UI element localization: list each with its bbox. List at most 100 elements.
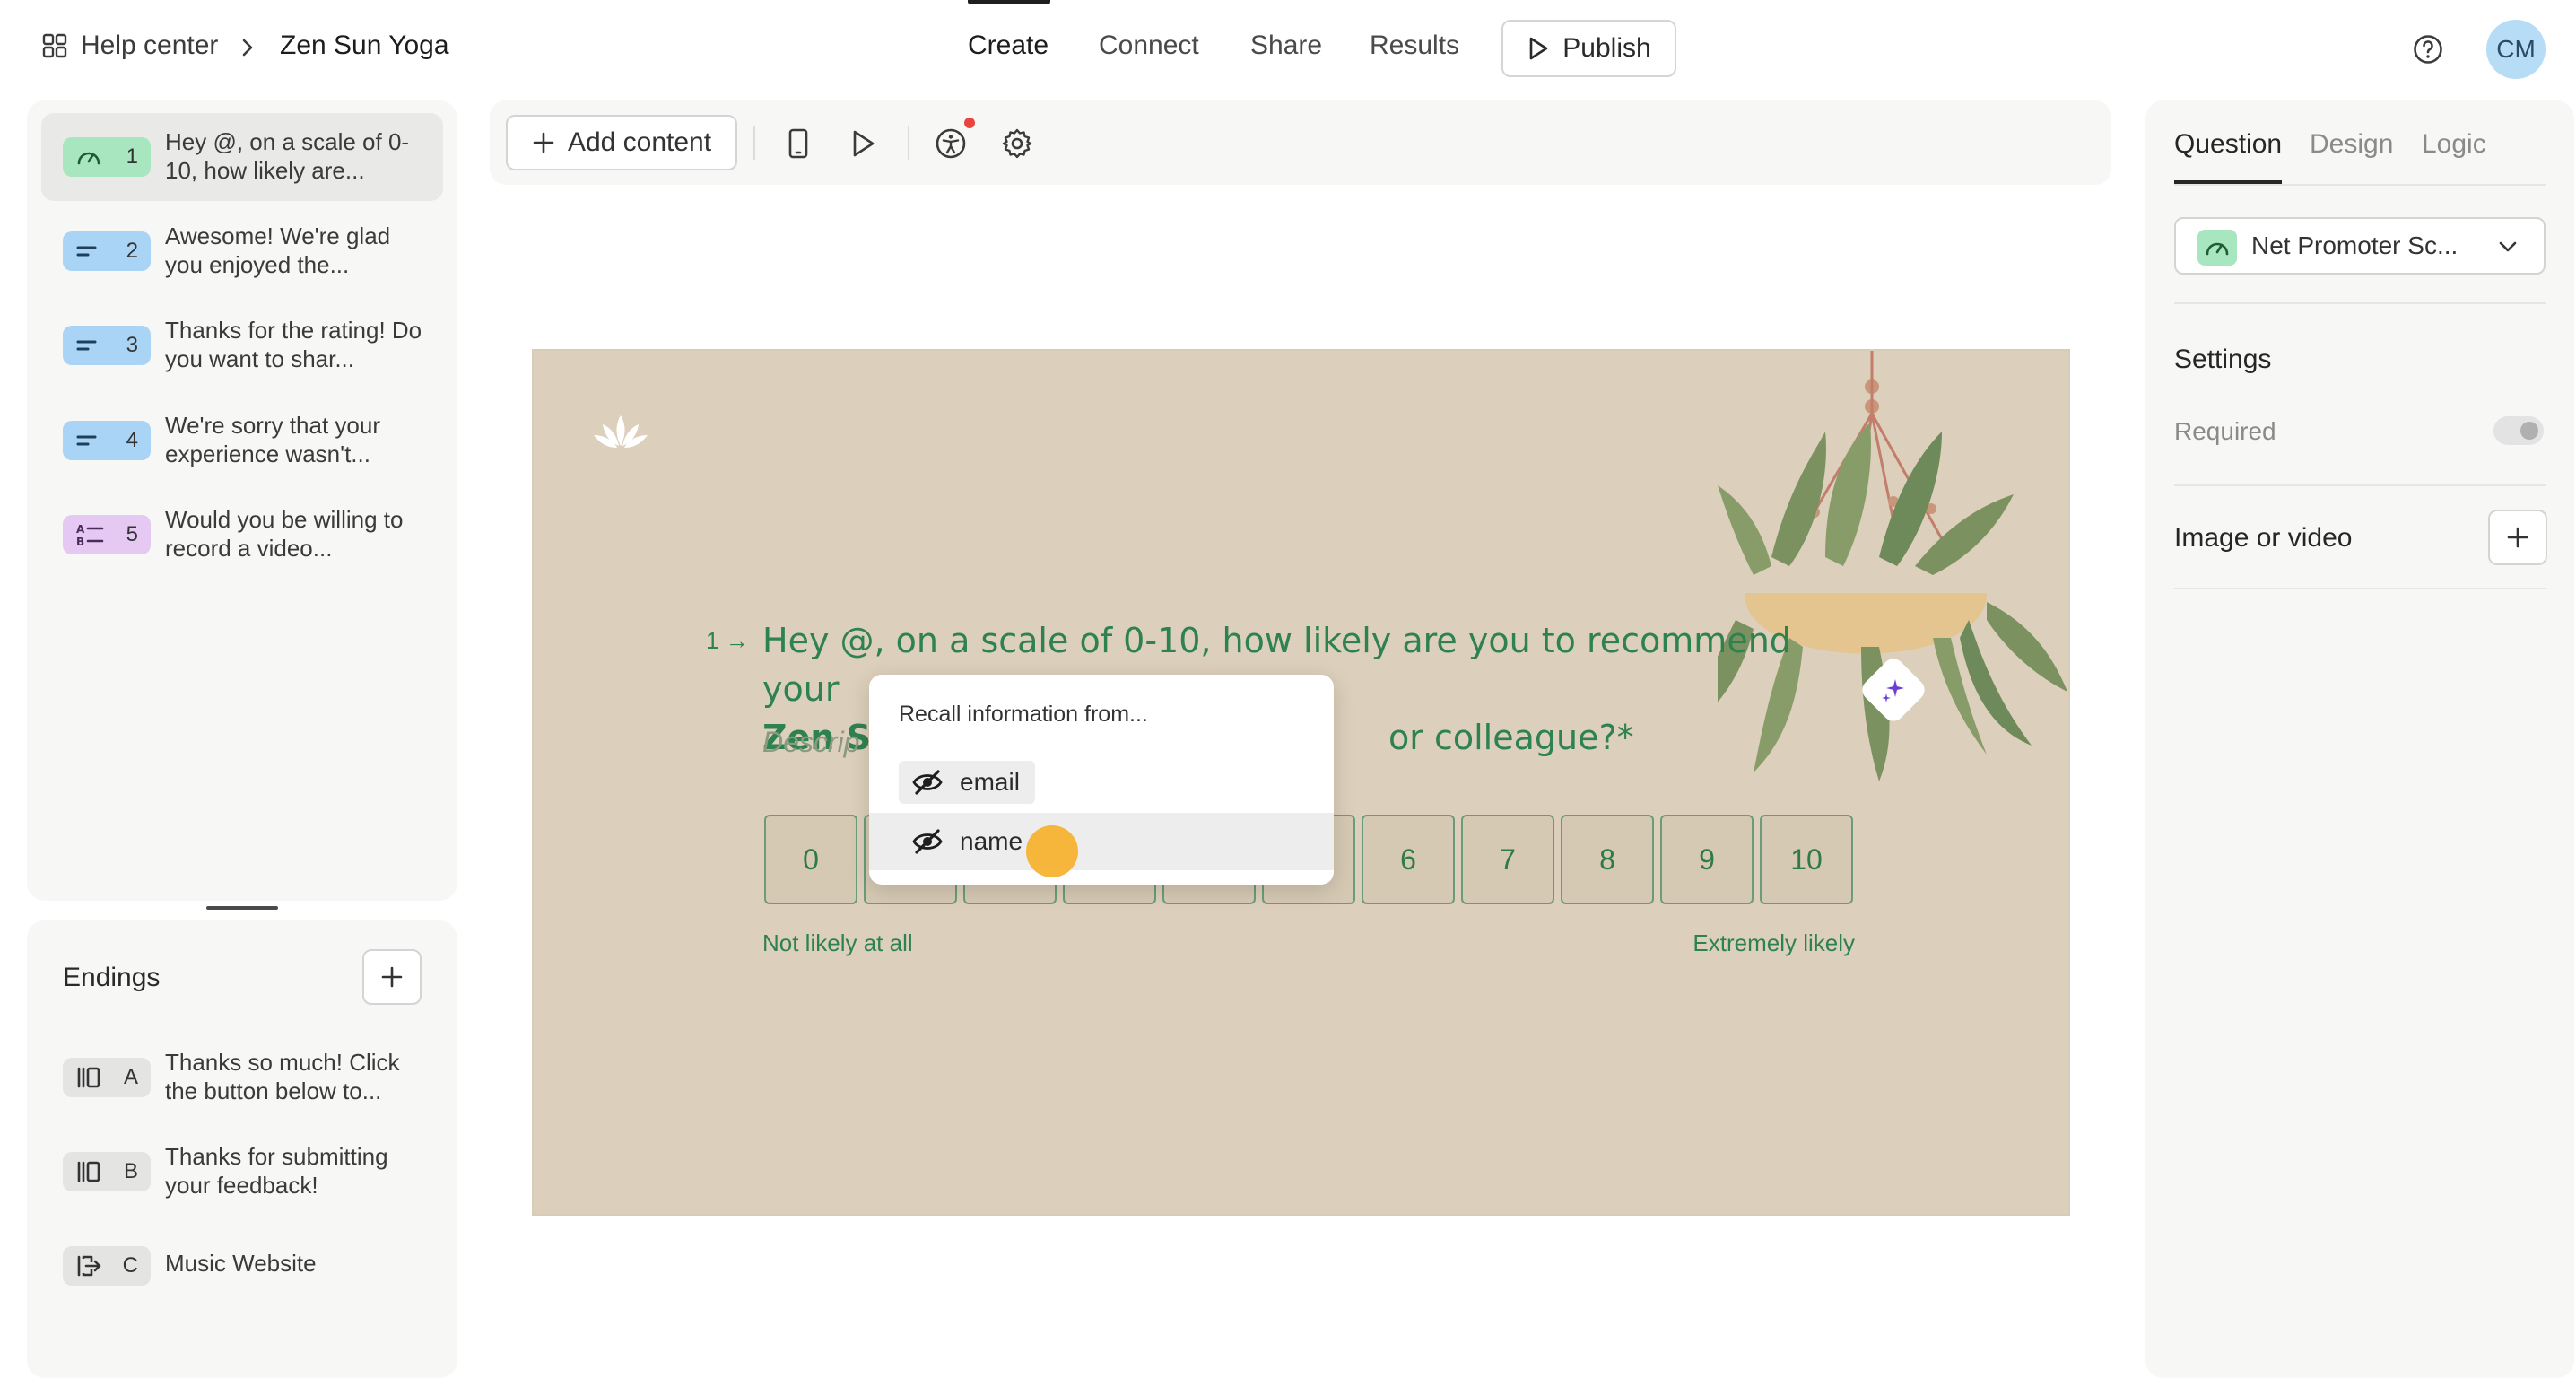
- question-title: Hey @, on a scale of 0-10, how likely ar…: [165, 128, 410, 184]
- short-text-icon: [75, 432, 102, 449]
- ending-badge: C: [63, 1246, 151, 1286]
- question-item-4[interactable]: 4 We're sorry that your experience wasn'…: [41, 397, 443, 484]
- question-type-label: Net Promoter Sc...: [2251, 231, 2459, 259]
- nps-high-label: Extremely likely: [1693, 929, 1855, 956]
- nps-option[interactable]: 0: [764, 815, 857, 904]
- resize-handle[interactable]: [206, 906, 278, 910]
- multiple-choice-icon: AB: [75, 522, 104, 547]
- gauge-icon: [75, 146, 102, 168]
- question-number: 5: [126, 522, 138, 546]
- redirect-icon: [75, 1253, 102, 1278]
- accessibility-icon[interactable]: [933, 126, 969, 161]
- ending-letter: A: [123, 1065, 138, 1089]
- nps-option[interactable]: 7: [1461, 815, 1554, 904]
- recall-option-label: email: [960, 768, 1020, 796]
- notification-dot: [964, 118, 975, 128]
- divider: [2174, 184, 2546, 186]
- question-title: We're sorry that your experience wasn't.…: [165, 412, 381, 467]
- recall-option-email[interactable]: email: [899, 761, 1035, 804]
- ending-title: Thanks so much! Click the button below t…: [165, 1049, 400, 1104]
- question-number-label: 1 →: [706, 627, 749, 654]
- ending-item-b[interactable]: B Thanks for submitting your feedback!: [41, 1128, 443, 1216]
- question-title: Awesome! We're glad you enjoyed the...: [165, 222, 391, 278]
- nps-option[interactable]: 10: [1760, 815, 1853, 904]
- add-content-button[interactable]: Add content: [506, 115, 737, 170]
- gauge-icon: [2197, 230, 2237, 266]
- question-number: 2: [126, 239, 138, 263]
- ending-badge: A: [63, 1058, 151, 1097]
- svg-text:A: A: [76, 523, 85, 536]
- nps-option[interactable]: 8: [1561, 815, 1654, 904]
- top-bar: Help center Zen Sun Yoga Create Connect …: [0, 0, 2576, 99]
- tab-results[interactable]: Results: [1370, 31, 1459, 61]
- eye-off-icon: [911, 770, 944, 795]
- question-item-2[interactable]: 2 Awesome! We're glad you enjoyed the...: [41, 207, 443, 295]
- question-number: 3: [126, 333, 138, 357]
- settings-title: Settings: [2174, 345, 2272, 374]
- breadcrumb-chevron-icon: [240, 38, 255, 57]
- tab-connect[interactable]: Connect: [1099, 31, 1199, 61]
- question-text-tail: or colleague?*: [1388, 718, 1634, 757]
- tab-share[interactable]: Share: [1250, 31, 1322, 61]
- eye-off-icon: [911, 829, 944, 854]
- tab-design[interactable]: Design: [2310, 129, 2393, 160]
- tab-create[interactable]: Create: [968, 31, 1049, 61]
- question-badge: 3: [63, 326, 151, 365]
- breadcrumb-current[interactable]: Zen Sun Yoga: [280, 31, 449, 61]
- ending-badge: B: [63, 1152, 151, 1191]
- plus-icon: [379, 964, 405, 990]
- active-tab-indicator: [968, 0, 1050, 4]
- question-item-3[interactable]: 3 Thanks for the rating! Do you want to …: [41, 301, 443, 389]
- endings-title: Endings: [63, 963, 161, 992]
- question-type-select[interactable]: Net Promoter Sc...: [2174, 217, 2546, 275]
- help-icon[interactable]: [2413, 34, 2443, 65]
- question-badge: 4: [63, 421, 151, 460]
- question-item-1[interactable]: 1 Hey @, on a scale of 0-10, how likely …: [41, 113, 443, 201]
- image-or-video-label: Image or video: [2174, 523, 2353, 553]
- ending-screen-icon: [75, 1065, 102, 1090]
- publish-label: Publish: [1562, 33, 1651, 63]
- avatar[interactable]: CM: [2486, 20, 2546, 79]
- question-number: 1: [126, 144, 138, 169]
- recall-option-name[interactable]: name: [899, 820, 1042, 863]
- play-icon: [1527, 36, 1550, 61]
- divider: [2174, 588, 2546, 589]
- ending-item-c[interactable]: C Music Website: [41, 1222, 443, 1310]
- ending-item-a[interactable]: A Thanks so much! Click the button below…: [41, 1034, 443, 1121]
- divider: [2174, 302, 2546, 304]
- nps-option[interactable]: 9: [1660, 815, 1754, 904]
- divider: [2174, 484, 2546, 486]
- plus-icon: [532, 131, 555, 154]
- question-badge: 2: [63, 231, 151, 271]
- nps-option[interactable]: 6: [1362, 815, 1455, 904]
- description-input[interactable]: Descrip: [762, 726, 859, 759]
- add-ending-button[interactable]: [362, 949, 422, 1005]
- question-item-5[interactable]: AB 5 Would you be willing to record a vi…: [41, 491, 443, 579]
- question-number: 4: [126, 428, 138, 452]
- short-text-icon: [75, 336, 102, 354]
- toolbar-divider: [908, 126, 909, 160]
- cursor-indicator: [1026, 825, 1078, 877]
- publish-button[interactable]: Publish: [1501, 20, 1676, 77]
- help-center-link[interactable]: Help center: [41, 31, 218, 61]
- nps-low-label: Not likely at all: [762, 929, 913, 956]
- required-label: Required: [2174, 417, 2276, 445]
- toolbar-divider: [753, 126, 755, 160]
- lotus-logo: [592, 412, 649, 451]
- question-title: Thanks for the rating! Do you want to sh…: [165, 317, 422, 372]
- ending-title: Music Website: [165, 1250, 317, 1277]
- plus-icon: [2505, 525, 2530, 550]
- ending-letter: C: [122, 1253, 138, 1278]
- gear-icon[interactable]: [999, 126, 1035, 161]
- tab-question[interactable]: Question: [2174, 129, 2282, 160]
- recall-title: Recall information from...: [899, 702, 1148, 727]
- required-toggle[interactable]: [2493, 416, 2544, 445]
- short-text-icon: [75, 242, 102, 260]
- preview-play-icon[interactable]: [845, 126, 881, 161]
- question-title: Would you be willing to record a video..…: [165, 506, 404, 562]
- tab-logic[interactable]: Logic: [2422, 129, 2486, 160]
- mobile-preview-icon[interactable]: [780, 126, 816, 161]
- grid-icon: [41, 32, 68, 59]
- chevron-down-icon: [2497, 239, 2519, 255]
- add-media-button[interactable]: [2488, 510, 2547, 565]
